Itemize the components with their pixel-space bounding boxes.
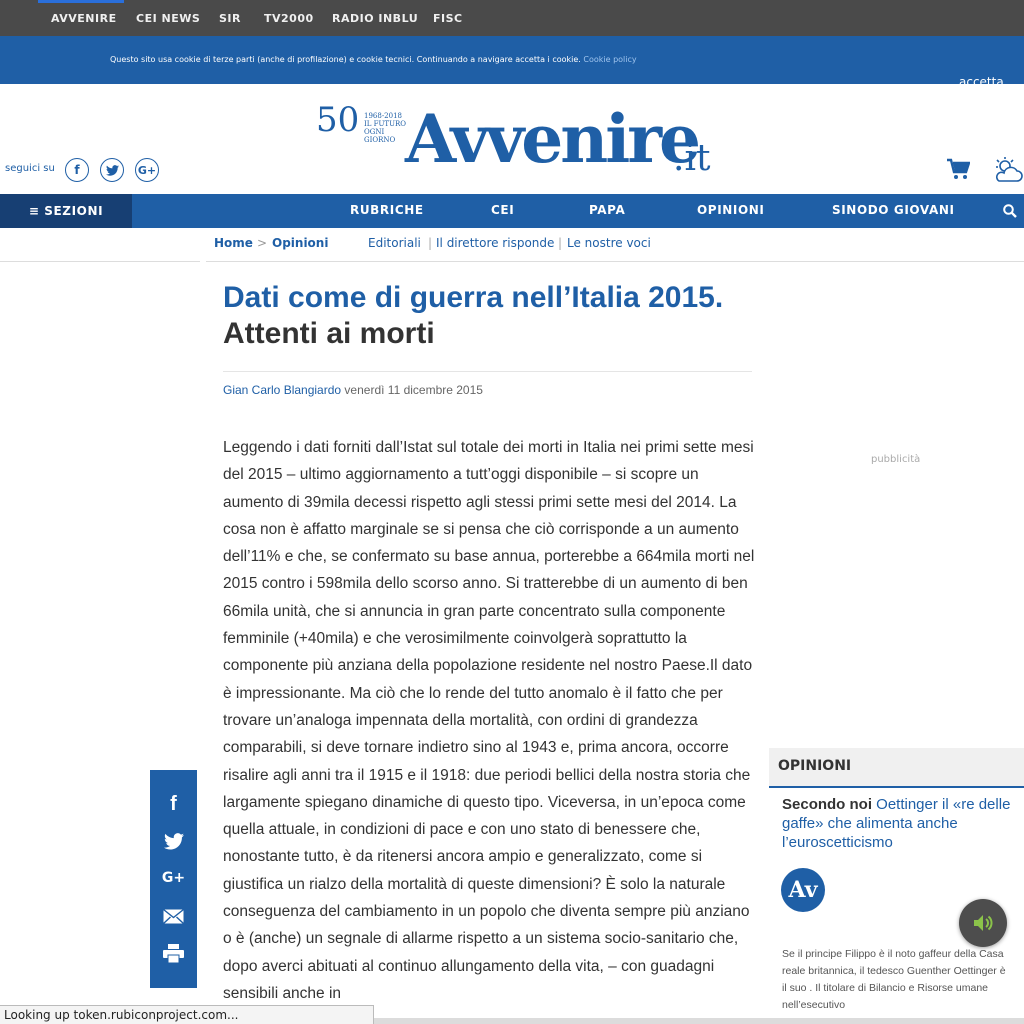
- byline: Gian Carlo Blangiardo venerdì 11 dicembr…: [223, 383, 483, 397]
- sublink-divider: |: [558, 236, 563, 250]
- print-icon[interactable]: [150, 938, 197, 968]
- network-link-tv2000[interactable]: TV2000: [264, 12, 314, 25]
- author-link[interactable]: Gian Carlo Blangiardo: [223, 383, 341, 397]
- network-link-cei-news[interactable]: CEI NEWS: [136, 12, 200, 25]
- follow-label: seguici su: [5, 163, 55, 174]
- browser-status-bar: Looking up token.rubiconproject.com...: [0, 1005, 374, 1024]
- anniversary-tagline: 1968-2018 IL FUTURO OGNI GIORNO: [364, 112, 406, 144]
- breadcrumb-current[interactable]: Opinioni: [272, 236, 328, 250]
- active-network-indicator: [38, 0, 124, 3]
- divider: [0, 261, 200, 262]
- facebook-icon[interactable]: f: [65, 158, 89, 182]
- anniversary-years: 1968-2018: [364, 112, 402, 120]
- weather-icon[interactable]: [993, 156, 1023, 188]
- article-title-line-1: Dati come di guerra nell’Italia 2015.: [223, 281, 724, 314]
- twitter-icon[interactable]: [150, 826, 197, 856]
- speaker-icon[interactable]: [959, 899, 1007, 947]
- breadcrumb-separator: >: [257, 236, 268, 250]
- logo-tld: .it: [673, 138, 711, 179]
- anniversary-line-3: OGNI GIORNO: [364, 128, 396, 144]
- sublink-nostre-voci[interactable]: Le nostre voci: [567, 236, 651, 250]
- google-plus-icon[interactable]: G+: [135, 158, 159, 182]
- search-icon[interactable]: [1003, 203, 1017, 222]
- logo-wordmark: Avvenire: [405, 100, 701, 178]
- network-bar: AVVENIRE CEI NEWS SIR TV2000 RADIO INBLU…: [0, 0, 1024, 36]
- article-title-line-2: Attenti ai morti: [223, 317, 435, 350]
- opinions-widget: OPINIONI Secondo noi Oettinger il «re de…: [769, 748, 1024, 1024]
- opinion-headline[interactable]: Secondo noi Oettinger il «re delle gaffe…: [782, 795, 1018, 852]
- email-icon[interactable]: [150, 901, 197, 931]
- network-link-avvenire[interactable]: AVVENIRE: [51, 12, 117, 25]
- network-link-sir[interactable]: SIR: [219, 12, 241, 25]
- article-title: Dati come di guerra nell’Italia 2015. At…: [223, 280, 763, 352]
- anniversary-logo: 50 1968-2018 IL FUTURO OGNI GIORNO: [316, 100, 406, 144]
- cookie-banner: Questo sito usa cookie di terze parti (a…: [0, 36, 1024, 89]
- nav-item-rubriche[interactable]: RUBRICHE: [350, 203, 424, 217]
- sublink-divider: |: [428, 236, 433, 250]
- opinions-heading: OPINIONI: [778, 758, 852, 774]
- nav-item-opinioni[interactable]: OPINIONI: [697, 203, 764, 217]
- sublink-editoriali[interactable]: Editoriali: [368, 236, 421, 250]
- article-body: Leggendo i dati forniti dall’Istat sul t…: [223, 439, 755, 1002]
- breadcrumb-home[interactable]: Home: [214, 236, 253, 250]
- nav-item-sinodo-giovani[interactable]: SINODO GIOVANI: [832, 203, 955, 217]
- opinions-header: OPINIONI: [769, 748, 1024, 788]
- main-navigation: ≡ SEZIONI RUBRICHE CEI PAPA OPINIONI SIN…: [0, 194, 1024, 228]
- nav-item-papa[interactable]: PAPA: [589, 203, 625, 217]
- breadcrumb: Home > Opinioni Editoriali | Il direttor…: [206, 228, 1024, 262]
- anniversary-line-2: IL FUTURO: [364, 120, 406, 128]
- share-bar: f G+: [150, 770, 197, 988]
- cookie-policy-link[interactable]: Cookie policy: [583, 55, 636, 64]
- twitter-icon[interactable]: [100, 158, 124, 182]
- ad-label: pubblicità: [871, 454, 921, 465]
- sublink-direttore-risponde[interactable]: Il direttore risponde: [436, 236, 554, 250]
- anniversary-number: 50: [316, 100, 360, 140]
- title-divider: [223, 371, 752, 372]
- network-link-fisc[interactable]: FISC: [433, 12, 463, 25]
- cookie-text: Questo sito usa cookie di terze parti (a…: [110, 55, 637, 64]
- google-plus-icon[interactable]: G+: [150, 863, 197, 893]
- horizontal-scrollbar[interactable]: [374, 1018, 1024, 1024]
- sections-menu-button[interactable]: ≡ SEZIONI: [0, 194, 132, 228]
- network-link-radio-inblu[interactable]: RADIO INBLU: [332, 12, 418, 25]
- site-logo[interactable]: Avvenire .it: [405, 100, 725, 190]
- cart-icon[interactable]: [946, 158, 971, 184]
- nav-item-cei[interactable]: CEI: [491, 203, 514, 217]
- opinion-excerpt: Se il principe Filippo è il noto gaffeur…: [782, 948, 1006, 1011]
- publish-date: venerdì 11 dicembre 2015: [344, 383, 483, 397]
- facebook-icon[interactable]: f: [150, 789, 197, 819]
- author-avatar[interactable]: Av: [781, 868, 825, 912]
- cookie-message: Questo sito usa cookie di terze parti (a…: [110, 55, 581, 64]
- opinion-kicker: Secondo noi: [782, 796, 872, 813]
